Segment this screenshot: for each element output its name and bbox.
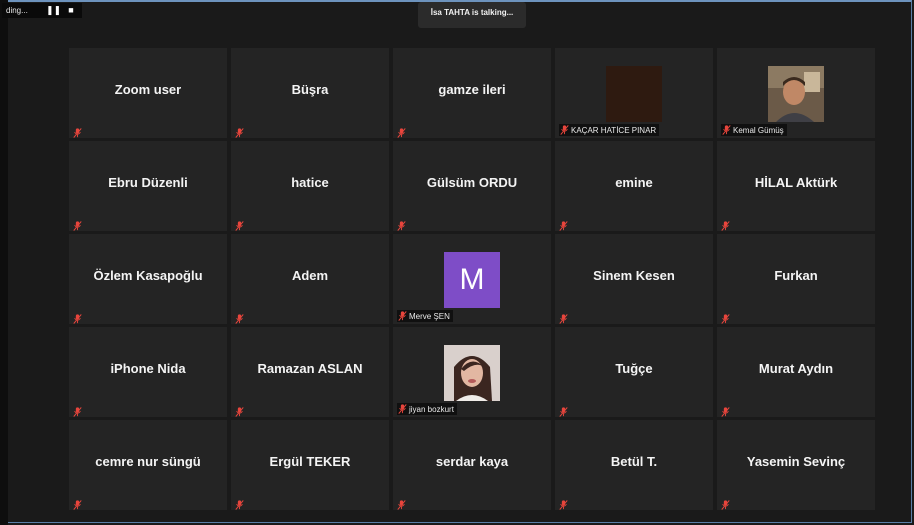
muted-mic-icon	[721, 497, 730, 510]
muted-mic-icon	[235, 311, 244, 324]
muted-mic-icon	[397, 125, 406, 138]
avatar: M	[444, 252, 500, 308]
participant-name: Zoom user	[114, 81, 182, 97]
participant-tile[interactable]: jiyan bozkurt	[393, 327, 551, 417]
muted-mic-icon	[721, 218, 730, 231]
participant-name: jiyan bozkurt	[409, 404, 454, 414]
participant-name: Murat Aydın	[758, 360, 834, 376]
active-speaker-banner: İsa TAHTA is talking...	[418, 2, 526, 28]
muted-mic-icon	[398, 404, 407, 414]
participant-tile[interactable]: serdar kaya	[393, 420, 551, 510]
muted-mic-icon	[721, 311, 730, 324]
profile-photo	[768, 66, 824, 122]
muted-mic-icon	[235, 404, 244, 417]
participant-name: gamze ileri	[438, 81, 506, 97]
participant-name: Sinem Kesen	[593, 267, 675, 283]
muted-mic-icon	[73, 311, 82, 324]
muted-mic-icon	[559, 497, 568, 510]
stop-icon[interactable]: ■	[64, 3, 78, 18]
muted-mic-icon	[721, 404, 730, 417]
participant-name: KAÇAR HATİCE PINAR	[571, 125, 657, 135]
muted-mic-icon	[73, 404, 82, 417]
participant-tile[interactable]: Büşra	[231, 48, 389, 138]
participant-tile[interactable]: Adem	[231, 234, 389, 324]
muted-mic-icon	[73, 125, 82, 138]
participant-tile[interactable]: Ergül TEKER	[231, 420, 389, 510]
muted-mic-icon	[397, 497, 406, 510]
participant-tile[interactable]: Furkan	[717, 234, 875, 324]
participant-tile[interactable]: HİLAL Aktürk	[717, 141, 875, 231]
participant-name: Tuğçe	[615, 360, 653, 376]
participant-tile[interactable]: Gülsüm ORDU	[393, 141, 551, 231]
participant-caption: Merve ŞEN	[397, 310, 453, 322]
participant-name: Özlem Kasapoğlu	[93, 267, 203, 283]
participant-name: Ramazan ASLAN	[257, 360, 363, 376]
muted-mic-icon	[398, 311, 407, 321]
participant-tile[interactable]: M Merve ŞEN	[393, 234, 551, 324]
participant-caption: jiyan bozkurt	[397, 403, 457, 415]
participant-tile[interactable]: iPhone Nida	[69, 327, 227, 417]
participant-tile[interactable]: Murat Aydın	[717, 327, 875, 417]
participant-name: Ebru Düzenli	[108, 174, 188, 190]
participant-tile[interactable]: KAÇAR HATİCE PINAR	[555, 48, 713, 138]
muted-mic-icon	[235, 125, 244, 138]
muted-mic-icon	[73, 497, 82, 510]
participant-name: emine	[615, 174, 653, 190]
participant-name: hatice	[291, 174, 329, 190]
participant-tile[interactable]: Ramazan ASLAN	[231, 327, 389, 417]
participant-tile[interactable]: gamze ileri	[393, 48, 551, 138]
participant-tile[interactable]: Özlem Kasapoğlu	[69, 234, 227, 324]
muted-mic-icon	[235, 497, 244, 510]
participant-caption: KAÇAR HATİCE PINAR	[559, 124, 660, 136]
participant-name: Betül T.	[610, 453, 658, 469]
participant-tile[interactable]: emine	[555, 141, 713, 231]
participant-name: HİLAL Aktürk	[754, 174, 838, 190]
participant-tile[interactable]: hatice	[231, 141, 389, 231]
participant-name: Adem	[291, 267, 329, 283]
participant-tile[interactable]: Ebru Düzenli	[69, 141, 227, 231]
participant-name: Büşra	[291, 81, 329, 97]
muted-mic-icon	[559, 218, 568, 231]
muted-mic-icon	[397, 218, 406, 231]
recording-text: ding...	[6, 6, 28, 15]
muted-mic-icon	[559, 311, 568, 324]
participant-name: cemre nur süngü	[95, 453, 201, 469]
profile-photo	[444, 345, 500, 401]
muted-mic-icon	[235, 218, 244, 231]
participant-tile[interactable]: Yasemin Sevinç	[717, 420, 875, 510]
muted-mic-icon	[560, 125, 569, 135]
participant-name: Furkan	[774, 267, 818, 283]
participant-name: Gülsüm ORDU	[426, 174, 518, 190]
recording-indicator: ding... ❚❚ ■	[2, 3, 82, 18]
muted-mic-icon	[73, 218, 82, 231]
participant-name: Merve ŞEN	[409, 311, 450, 321]
pause-icon[interactable]: ❚❚	[46, 3, 61, 18]
left-edge	[0, 0, 8, 525]
participant-tile[interactable]: Tuğçe	[555, 327, 713, 417]
participant-grid: Zoom user Büşra gamze ileri KAÇAR HATİCE PI…	[69, 48, 875, 510]
participant-name: Yasemin Sevinç	[746, 453, 846, 469]
video-feed	[606, 66, 662, 122]
participant-name: serdar kaya	[435, 453, 509, 469]
participant-tile[interactable]: Kemal Gümüş	[717, 48, 875, 138]
participant-name: iPhone Nida	[110, 360, 186, 376]
participant-caption: Kemal Gümüş	[721, 124, 787, 136]
participant-tile[interactable]: Sinem Kesen	[555, 234, 713, 324]
muted-mic-icon	[722, 125, 731, 135]
participant-tile[interactable]: Betül T.	[555, 420, 713, 510]
participant-tile[interactable]: Zoom user	[69, 48, 227, 138]
muted-mic-icon	[559, 404, 568, 417]
participant-name: Kemal Gümüş	[733, 125, 784, 135]
participant-name: Ergül TEKER	[269, 453, 351, 469]
participant-tile[interactable]: cemre nur süngü	[69, 420, 227, 510]
